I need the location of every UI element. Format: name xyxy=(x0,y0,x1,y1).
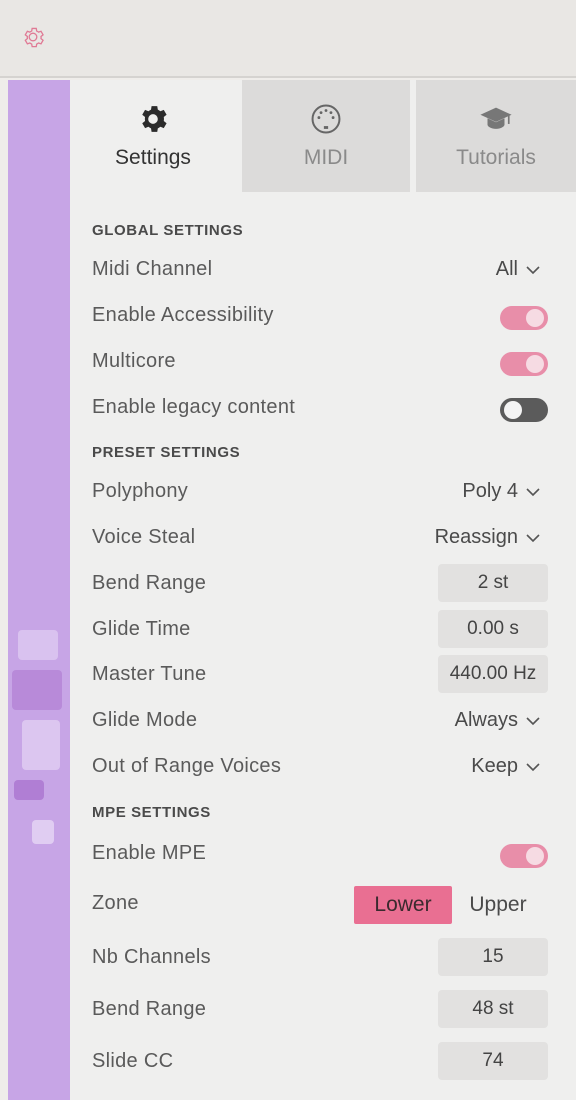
mpe-bend-range-field[interactable]: 48 st xyxy=(438,990,548,1028)
chevron-down-icon xyxy=(526,716,540,725)
tab-tutorials[interactable]: Tutorials xyxy=(410,80,576,192)
voice-steal-dropdown[interactable]: Reassign xyxy=(435,526,540,549)
glide-time-field[interactable]: 0.00 s xyxy=(438,610,548,648)
top-bar xyxy=(0,0,576,78)
preset-settings-heading: PRESET SETTINGS xyxy=(92,444,241,461)
bend-range-label: Bend Range xyxy=(92,572,207,594)
chevron-down-icon xyxy=(526,265,540,274)
nb-channels-field[interactable]: 15 xyxy=(438,938,548,976)
enable-mpe-toggle[interactable] xyxy=(500,844,548,868)
polyphony-dropdown[interactable]: Poly 4 xyxy=(462,480,540,503)
zone-lower-button[interactable]: Lower xyxy=(354,886,452,924)
out-of-range-label: Out of Range Voices xyxy=(92,755,282,777)
global-settings-heading: GLOBAL SETTINGS xyxy=(92,222,244,239)
mpe-bend-range-label: Bend Range xyxy=(92,998,207,1020)
slide-cc-label: Slide CC xyxy=(92,1050,174,1072)
graduation-cap-icon xyxy=(480,107,512,129)
chevron-down-icon xyxy=(526,533,540,542)
glide-time-label: Glide Time xyxy=(92,618,191,640)
legacy-content-label: Enable legacy content xyxy=(92,396,296,418)
polyphony-label: Polyphony xyxy=(92,480,189,502)
zone-upper-button[interactable]: Upper xyxy=(458,886,538,924)
settings-panel: Settings MIDI Tutorials GLOBAL SETTINGS … xyxy=(70,80,576,1100)
tab-settings[interactable]: Settings xyxy=(70,80,236,192)
chevron-down-icon xyxy=(526,762,540,771)
settings-gear-icon[interactable] xyxy=(20,24,46,50)
sidebar-decoration xyxy=(18,630,58,660)
sidebar-decoration xyxy=(32,820,54,844)
out-of-range-dropdown[interactable]: Keep xyxy=(471,755,540,778)
bend-range-field[interactable]: 2 st xyxy=(438,564,548,602)
enable-mpe-label: Enable MPE xyxy=(92,842,207,864)
toggle-knob xyxy=(526,847,544,865)
sidebar-strip xyxy=(8,80,70,1100)
glide-mode-dropdown[interactable]: Always xyxy=(455,709,540,732)
master-tune-label: Master Tune xyxy=(92,663,207,685)
gear-icon xyxy=(142,106,167,132)
sidebar-decoration xyxy=(12,670,62,710)
accessibility-toggle[interactable] xyxy=(500,306,548,330)
nb-channels-label: Nb Channels xyxy=(92,946,211,968)
toggle-knob xyxy=(526,355,544,373)
sidebar-decoration xyxy=(14,780,44,800)
midi-channel-label: Midi Channel xyxy=(92,258,213,280)
mpe-settings-heading: MPE SETTINGS xyxy=(92,804,211,821)
glide-mode-label: Glide Mode xyxy=(92,709,198,731)
voice-steal-value: Reassign xyxy=(434,526,518,548)
midi-channel-dropdown[interactable]: All xyxy=(496,258,540,281)
midi-port-icon xyxy=(311,104,341,134)
master-tune-field[interactable]: 440.00 Hz xyxy=(438,655,548,693)
tab-bar: Settings MIDI Tutorials xyxy=(70,80,576,192)
multicore-label: Multicore xyxy=(92,350,176,372)
app-window: Settings MIDI Tutorials GLOBAL SETTINGS … xyxy=(0,0,576,1100)
out-of-range-value: Keep xyxy=(471,755,518,777)
polyphony-value: Poly 4 xyxy=(462,480,518,502)
tab-settings-label: Settings xyxy=(115,146,191,169)
tab-tutorials-label: Tutorials xyxy=(456,146,536,169)
tab-midi[interactable]: MIDI xyxy=(236,80,410,192)
accessibility-label: Enable Accessibility xyxy=(92,304,274,326)
voice-steal-label: Voice Steal xyxy=(92,526,196,548)
slide-cc-field[interactable]: 74 xyxy=(438,1042,548,1080)
toggle-knob xyxy=(526,309,544,327)
toggle-knob xyxy=(504,401,522,419)
midi-channel-value: All xyxy=(495,258,518,280)
legacy-content-toggle[interactable] xyxy=(500,398,548,422)
sidebar-decoration xyxy=(22,720,60,770)
multicore-toggle[interactable] xyxy=(500,352,548,376)
zone-label: Zone xyxy=(92,892,139,914)
chevron-down-icon xyxy=(526,487,540,496)
glide-mode-value: Always xyxy=(454,709,518,731)
tab-midi-label: MIDI xyxy=(303,146,349,169)
